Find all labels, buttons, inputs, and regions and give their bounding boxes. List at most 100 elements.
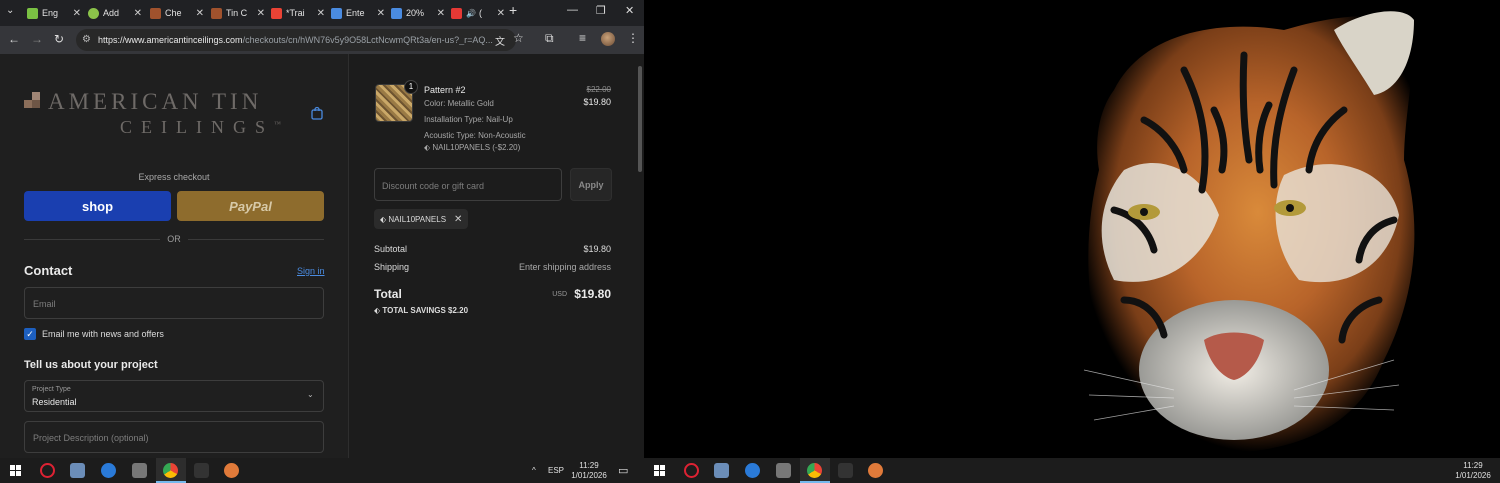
url-text[interactable]: https://www.americantinceilings.com/chec…	[98, 35, 493, 45]
browser-tab[interactable]: *Trai ✕	[271, 3, 331, 23]
notifications-icon[interactable]: ▭	[618, 464, 628, 477]
news-offers-checkbox[interactable]: ✓	[24, 328, 36, 340]
store-favicon-icon	[211, 7, 222, 19]
tab-title: 20%	[406, 8, 425, 18]
logo-text-line1: AMERICAN TIN	[48, 89, 263, 114]
subtotal-label: Subtotal	[374, 244, 408, 254]
remove-code-icon[interactable]: ✕	[454, 214, 462, 225]
reload-icon[interactable]: ↻	[54, 32, 64, 46]
tab-title: Eng	[42, 8, 59, 18]
minimize-icon[interactable]: —	[567, 4, 578, 16]
shipping-value: Enter shipping address	[518, 262, 611, 272]
tray-chevron-up-icon[interactable]: ^	[532, 466, 536, 475]
chrome-icon[interactable]	[163, 463, 178, 478]
apply-discount-button[interactable]: Apply	[570, 168, 612, 201]
right-monitor-wallpaper	[644, 0, 1500, 458]
paypal-button[interactable]: PayPal	[177, 191, 324, 221]
windows-start-icon[interactable]	[10, 465, 21, 476]
paint-app-icon[interactable]	[868, 463, 883, 478]
browser-tab[interactable]: Add ✕	[88, 3, 148, 23]
shipping-label: Shipping	[374, 262, 410, 272]
extensions-puzzle-icon[interactable]: ⧉	[545, 31, 554, 46]
tab-title: Ente	[346, 8, 365, 18]
translate-icon[interactable]: 文	[495, 33, 505, 48]
tag-icon: ⬖	[380, 214, 389, 224]
app-icon[interactable]	[838, 463, 853, 478]
omnibox[interactable]: ⚙ https://www.americantinceilings.com/ch…	[76, 29, 516, 51]
project-type-select[interactable]: Project Type Residential ⌄	[24, 380, 324, 412]
browser-tab[interactable]: 20% ✕	[391, 3, 451, 23]
shop-pay-button[interactable]: shop	[24, 191, 171, 221]
forward-arrow-icon[interactable]: →	[31, 32, 43, 46]
site-settings-icon[interactable]: ⚙	[82, 34, 91, 45]
cursor-app-icon[interactable]	[684, 463, 699, 478]
line-discount: ⬖ NAIL10PANELS (-$2.20)	[424, 143, 520, 152]
edge-browser-icon[interactable]	[745, 463, 760, 478]
browser-tab[interactable]: Eng ✕	[27, 3, 87, 23]
clock[interactable]: 11:29 1/01/2026	[1452, 461, 1494, 481]
browser-tab[interactable]: 🔊 ( ✕	[451, 3, 511, 23]
chat-favicon-icon	[331, 7, 342, 19]
project-type-label: Project Type	[32, 386, 71, 393]
tab-close-icon[interactable]: ✕	[73, 8, 81, 19]
tab-close-icon[interactable]: ✕	[437, 8, 445, 19]
tab-close-icon[interactable]: ✕	[497, 8, 505, 19]
back-arrow-icon[interactable]: ←	[8, 32, 20, 46]
kebab-menu-icon[interactable]: ⋮	[627, 31, 639, 45]
shopping-bag-icon[interactable]	[310, 106, 324, 120]
tab-title: Add	[103, 8, 120, 18]
page-scrollbar[interactable]	[636, 54, 644, 458]
cursor-app-icon[interactable]	[40, 463, 55, 478]
app-icon[interactable]	[194, 463, 209, 478]
product-name: Pattern #2	[424, 85, 466, 95]
tab-search-chevron-icon[interactable]: ⌄	[6, 5, 14, 16]
clock-time: 11:29	[579, 461, 599, 470]
email-field[interactable]: Email	[24, 287, 324, 319]
tab-close-icon[interactable]: ✕	[196, 8, 204, 19]
explorer-app-icon[interactable]	[714, 463, 729, 478]
chrome-icon[interactable]	[807, 463, 822, 478]
windows-start-icon[interactable]	[654, 465, 665, 476]
edge-browser-icon[interactable]	[101, 463, 116, 478]
bookmark-star-icon[interactable]: ☆	[513, 31, 524, 45]
close-window-icon[interactable]: ✕	[625, 4, 634, 17]
gmail-favicon-icon	[271, 7, 282, 19]
tab-close-icon[interactable]: ✕	[377, 8, 385, 19]
language-indicator[interactable]: ESP	[548, 466, 564, 475]
audio-playing-icon[interactable]: 🔊	[466, 9, 476, 18]
applied-code-chip: ⬖ NAIL10PANELS ✕	[374, 209, 469, 229]
or-label: OR	[167, 234, 181, 244]
discount-code-input[interactable]: Discount code or gift card	[374, 168, 562, 201]
chevron-down-icon: ⌄	[307, 390, 314, 399]
explorer-app-icon[interactable]	[70, 463, 85, 478]
browser-tab[interactable]: Ente ✕	[331, 3, 391, 23]
total-label: Total	[374, 287, 402, 301]
shopify-favicon-icon	[27, 7, 38, 19]
tool-app-icon[interactable]	[776, 463, 791, 478]
new-tab-icon[interactable]: +	[509, 2, 517, 18]
clock[interactable]: 11:29 1/01/2026	[568, 461, 610, 481]
browser-tab-strip: ⌄ Eng ✕ Add ✕ Che ✕ Tin C ✕ *Trai ✕ Ente…	[0, 0, 644, 26]
discount-placeholder: Discount code or gift card	[382, 181, 485, 191]
store-logo[interactable]: AMERICAN TIN CEILINGS™	[24, 89, 294, 142]
browser-tab[interactable]: Tin C ✕	[211, 3, 271, 23]
order-summary-column: 1 Pattern #2 Color: Metallic Gold Instal…	[348, 54, 636, 458]
profile-avatar[interactable]	[601, 32, 615, 46]
media-controls-icon[interactable]: ≡	[579, 31, 586, 45]
tab-close-icon[interactable]: ✕	[317, 8, 325, 19]
checkout-form-column: AMERICAN TIN CEILINGS™ Express checkout …	[0, 54, 348, 458]
project-description-field[interactable]: Project Description (optional)	[24, 421, 324, 453]
project-type-value: Residential	[32, 397, 77, 407]
browser-tab[interactable]: Che ✕	[150, 3, 210, 23]
paint-app-icon[interactable]	[224, 463, 239, 478]
tool-app-icon[interactable]	[132, 463, 147, 478]
line-discount-text: NAIL10PANELS (-$2.20)	[432, 143, 521, 152]
clock-time: 11:29	[1463, 461, 1483, 470]
scrollbar-thumb[interactable]	[638, 66, 642, 172]
tab-close-icon[interactable]: ✕	[257, 8, 265, 19]
sign-in-link[interactable]: Sign in	[297, 266, 325, 276]
checkout-page: AMERICAN TIN CEILINGS™ Express checkout …	[0, 54, 644, 458]
restore-icon[interactable]: ❐	[596, 4, 606, 17]
tab-close-icon[interactable]: ✕	[134, 8, 142, 19]
contact-heading: Contact	[24, 263, 73, 278]
